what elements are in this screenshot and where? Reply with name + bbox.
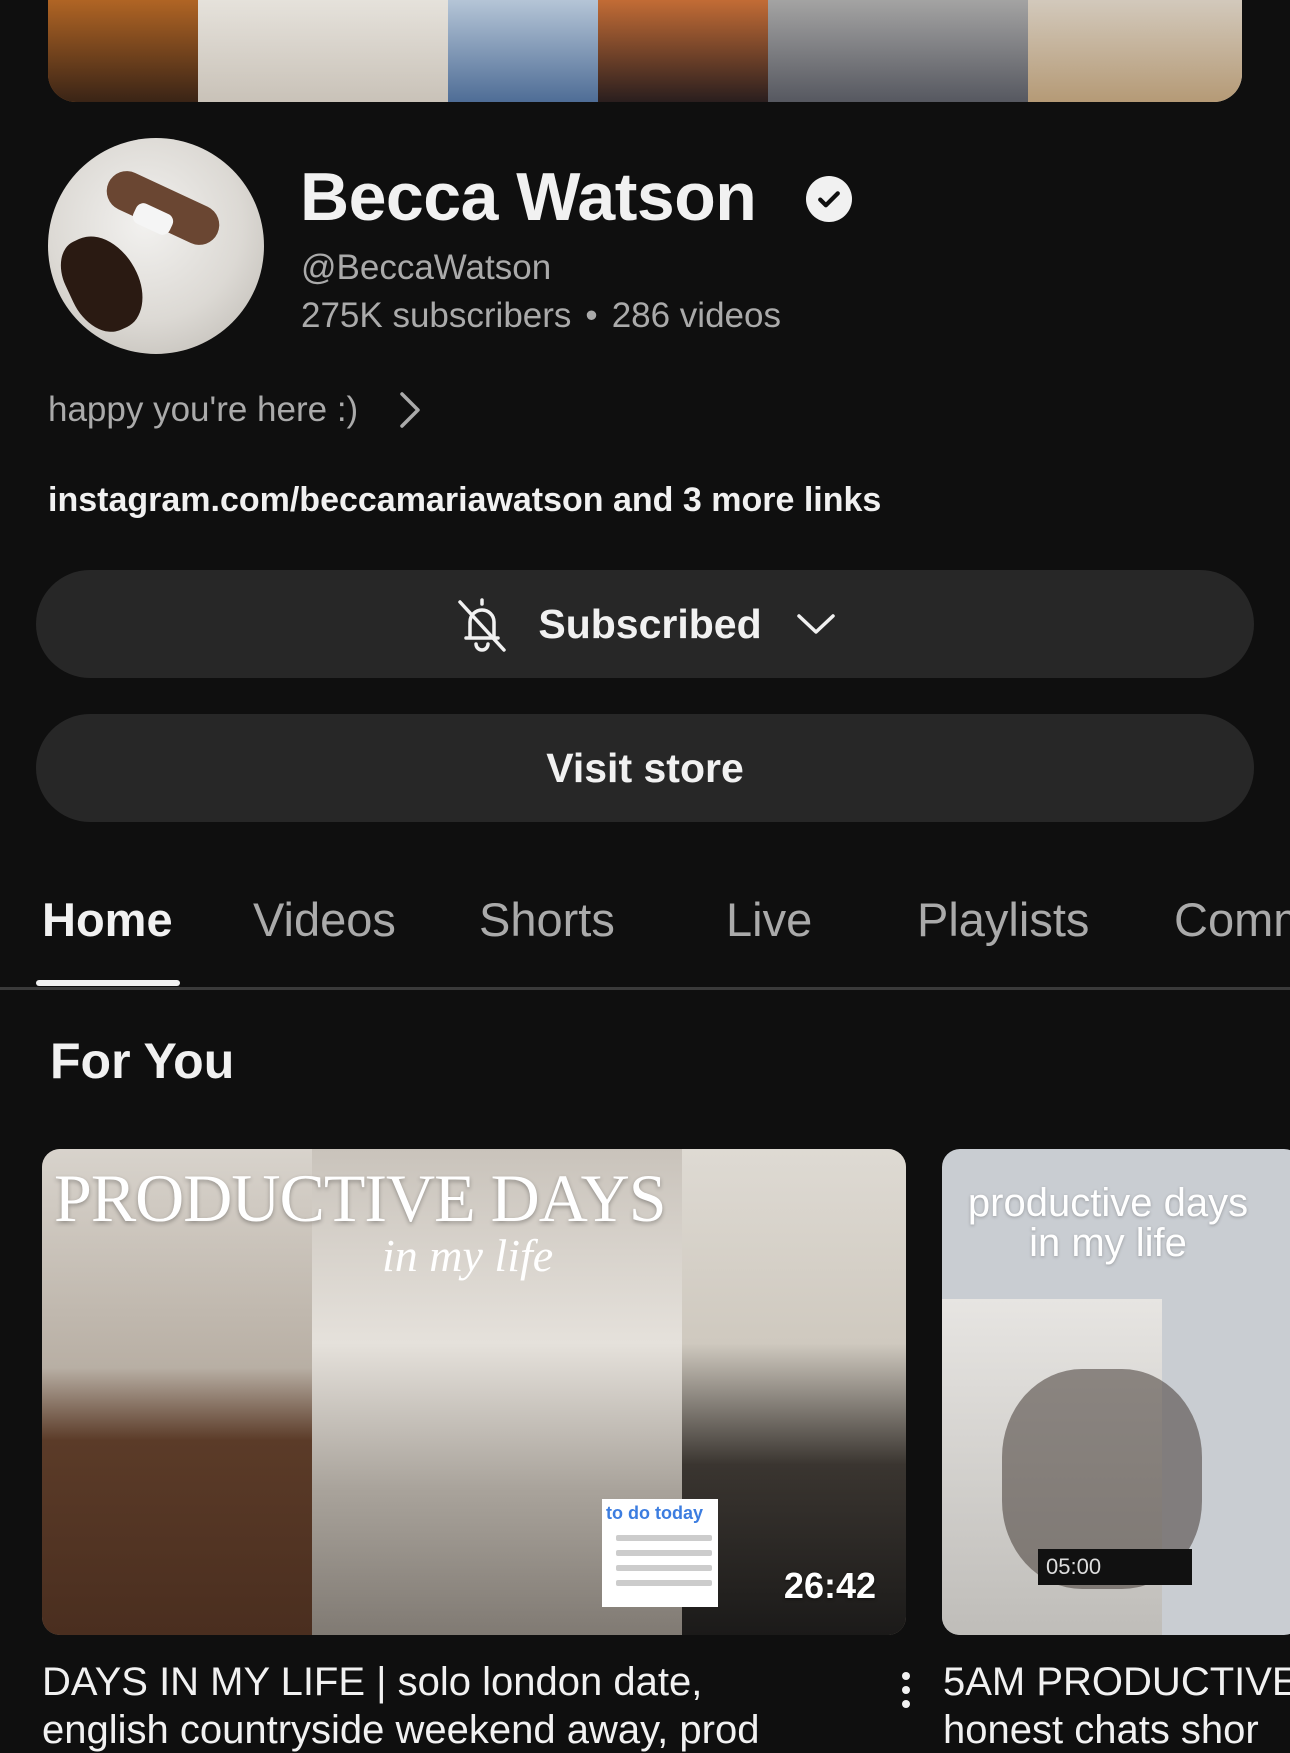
section-title: For You [50,1033,235,1089]
tab-live[interactable]: Live [726,892,812,947]
alarm-clock-label: 05:00 [1038,1549,1192,1585]
channel-avatar[interactable] [48,138,264,354]
todo-title: to do today [606,1503,703,1523]
channel-name: Becca Watson [300,159,757,235]
tabs-divider [0,987,1290,990]
video-title-2[interactable]: 5AM PRODUCTIVE [943,1660,1290,1705]
tab-home[interactable]: Home [42,892,173,947]
visit-store-button[interactable]: Visit store [36,714,1254,822]
video-title-line2[interactable]: english countryside weekend away, prod [42,1708,759,1753]
subscribed-label: Subscribed [538,600,762,647]
channel-stats: 275K subscribers • 286 videos [301,296,781,336]
channel-description: happy you're here :) [48,390,359,429]
subscriber-count: 275K subscribers [301,296,572,335]
channel-handle: @BeccaWatson [301,248,552,287]
subscribed-button[interactable]: Subscribed [36,570,1254,678]
visit-store-label: Visit store [546,744,744,791]
verified-check-icon [806,176,852,222]
chevron-down-icon [796,614,835,634]
more-vert-icon[interactable] [900,1670,912,1710]
tab-playlists[interactable]: Playlists [917,892,1089,947]
thumbnail-title-2: productive days in my life [967,1181,1249,1265]
tab-community[interactable]: Comm [1174,892,1290,947]
active-tab-indicator [36,980,180,986]
stats-separator: • [585,296,598,335]
todo-card: to do today [602,1499,718,1607]
video-title[interactable]: DAYS IN MY LIFE | solo london date, [42,1660,702,1705]
chevron-right-icon [400,392,420,428]
bell-off-icon [458,598,507,652]
channel-tabs: Home Videos Shorts Live Playlists Comm [0,880,1290,990]
video-duration: 26:42 [783,1565,876,1606]
tab-videos[interactable]: Videos [253,892,396,947]
thumbnail-subtitle: in my life [382,1230,554,1281]
video-thumbnail-2[interactable]: productive days in my life 05:00 [942,1149,1290,1635]
thumbnail-title: PRODUCTIVE DAYS [54,1160,667,1236]
channel-banner [48,0,1242,102]
video-title-2-line2[interactable]: honest chats shor [943,1708,1259,1753]
channel-links[interactable]: instagram.com/beccamariawatson and 3 mor… [48,481,881,520]
video-count: 286 videos [611,296,781,335]
video-thumbnail[interactable]: PRODUCTIVE DAYS in my life to do today 2… [42,1149,906,1635]
channel-description-row[interactable]: happy you're here :) [48,390,424,430]
tab-shorts[interactable]: Shorts [479,892,615,947]
